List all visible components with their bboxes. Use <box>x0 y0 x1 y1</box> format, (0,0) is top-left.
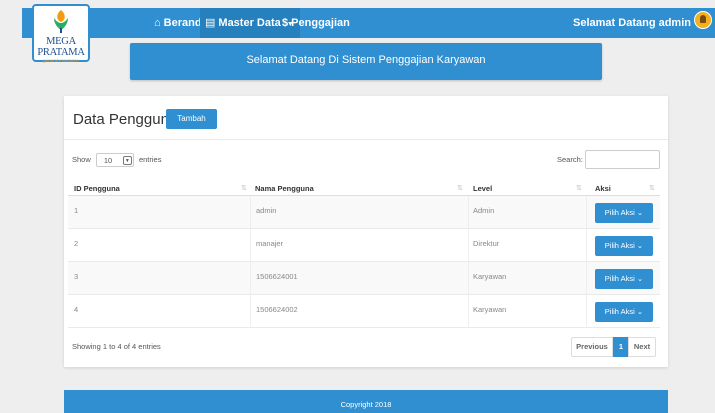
select-arrow-icon: ▼ <box>122 156 132 165</box>
cell-name: manajer <box>256 239 284 248</box>
col-header-action[interactable]: Aksi <box>595 182 611 196</box>
sort-icon[interactable]: ⇅ <box>457 182 463 196</box>
column-divider <box>468 295 469 328</box>
page-title: Data Pengguna <box>73 111 178 128</box>
add-user-button[interactable]: Tambah <box>166 109 217 129</box>
chevron-down-icon: ⌄ <box>636 241 644 250</box>
column-divider <box>586 229 587 262</box>
entries-label: entries <box>138 155 162 164</box>
pagination-next[interactable]: Next <box>628 337 656 357</box>
nav-salary[interactable]: $ Penggajian <box>282 8 350 38</box>
column-divider <box>468 196 469 229</box>
cell-name: 1506624001 <box>256 272 298 281</box>
panel-header: Data Pengguna Tambah <box>64 96 668 140</box>
pagination-previous[interactable]: Previous <box>571 337 613 357</box>
column-divider <box>468 262 469 295</box>
entries-select-value: 10 <box>103 156 113 165</box>
home-icon: ⌂ <box>154 17 161 29</box>
table-row: 4 1506624002 Karyawan Pilih Aksi ⌄ <box>68 295 660 328</box>
pagination: Previous 1 Next <box>571 337 656 357</box>
chevron-down-icon: ⌄ <box>636 274 644 283</box>
entries-select[interactable]: 10 ▼ <box>95 153 134 167</box>
cell-level: Karyawan <box>473 305 507 314</box>
logo-mark-icon <box>54 10 68 33</box>
search-label: Search: <box>557 155 583 164</box>
column-divider <box>250 262 251 295</box>
column-divider <box>586 196 587 229</box>
column-divider <box>250 196 251 229</box>
pagination-page-1[interactable]: 1 <box>613 337 629 357</box>
cell-level: Admin <box>473 206 495 215</box>
cell-id: 3 <box>74 272 79 281</box>
search-input[interactable] <box>585 150 660 169</box>
cell-id: 1 <box>74 206 79 215</box>
database-icon: ▤ <box>205 17 216 29</box>
user-icon <box>700 15 706 23</box>
table-row: 3 1506624001 Karyawan Pilih Aksi ⌄ <box>68 262 660 295</box>
action-dropdown-button[interactable]: Pilih Aksi ⌄ <box>595 302 653 322</box>
cell-name: admin <box>256 206 277 215</box>
sort-icon[interactable]: ⇅ <box>649 182 655 196</box>
column-divider <box>468 229 469 262</box>
nav-salary-label: $ Penggajian <box>282 17 350 29</box>
column-divider <box>586 262 587 295</box>
cell-level: Karyawan <box>473 272 507 281</box>
action-label: Pilih Aksi <box>604 274 635 283</box>
entries-length-control: Show 10 ▼ entries <box>72 153 161 167</box>
cell-level: Direktur <box>473 239 500 248</box>
brand-name: MEGA PRATAMA <box>37 36 85 58</box>
sort-icon[interactable]: ⇅ <box>576 182 582 196</box>
column-divider <box>250 229 251 262</box>
cell-name: 1506624002 <box>256 305 298 314</box>
action-label: Pilih Aksi <box>604 307 635 316</box>
footer: Copyright 2018 <box>64 390 668 413</box>
brand-tagline: general insurance <box>43 58 79 63</box>
col-header-name[interactable]: Nama Pengguna <box>255 182 314 196</box>
col-header-level[interactable]: Level <box>473 182 492 196</box>
action-dropdown-button[interactable]: Pilih Aksi ⌄ <box>595 236 653 256</box>
user-avatar[interactable] <box>694 11 712 29</box>
chevron-down-icon: ⌄ <box>636 307 644 316</box>
table-row: 2 manajer Direktur Pilih Aksi ⌄ <box>68 229 660 262</box>
action-label: Pilih Aksi <box>604 241 635 250</box>
action-dropdown-button[interactable]: Pilih Aksi ⌄ <box>595 203 653 223</box>
brand-logo[interactable]: MEGA PRATAMA general insurance <box>32 4 90 63</box>
action-dropdown-button[interactable]: Pilih Aksi ⌄ <box>595 269 653 289</box>
column-divider <box>250 295 251 328</box>
cell-id: 2 <box>74 239 79 248</box>
welcome-user[interactable]: Selamat Datang admin <box>573 8 691 38</box>
users-panel: Data Pengguna Tambah Show 10 ▼ entries S… <box>64 96 668 367</box>
table-info: Showing 1 to 4 of 4 entries <box>72 342 161 351</box>
table-row: 1 admin Admin Pilih Aksi ⌄ <box>68 196 660 229</box>
column-divider <box>586 295 587 328</box>
nav-master-label: Master Data <box>218 17 281 29</box>
action-label: Pilih Aksi <box>604 208 635 217</box>
show-label: Show <box>72 155 91 164</box>
col-header-id[interactable]: ID Pengguna <box>74 182 120 196</box>
welcome-banner: Selamat Datang Di Sistem Penggajian Kary… <box>130 43 602 80</box>
cell-id: 4 <box>74 305 79 314</box>
sort-asc-icon[interactable]: ⇅ <box>241 182 247 196</box>
chevron-down-icon: ⌄ <box>636 208 644 217</box>
